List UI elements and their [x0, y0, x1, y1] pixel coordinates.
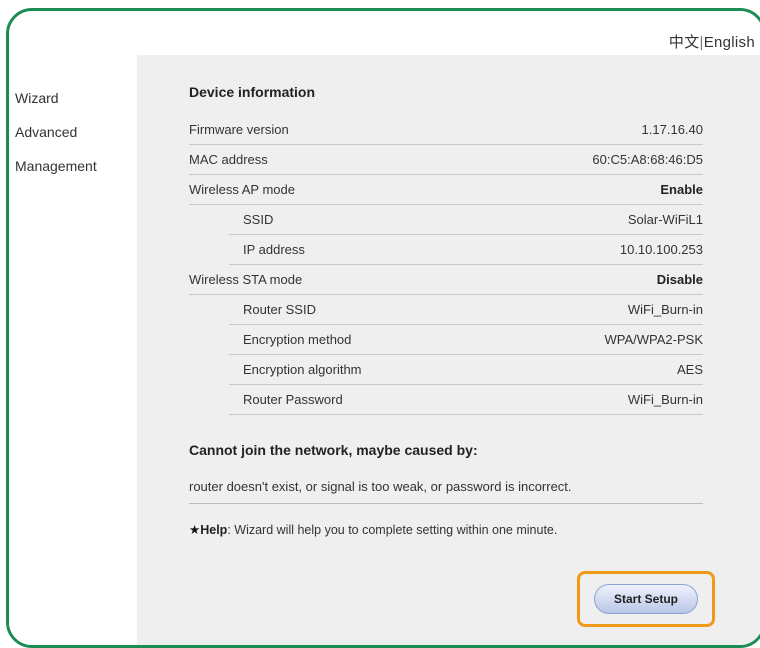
table-row: Wireless STA mode Disable [189, 265, 703, 295]
table-row: MAC address 60:C5:A8:68:46:D5 [189, 145, 703, 175]
help-colon: : [227, 523, 231, 537]
lang-english-link[interactable]: English [704, 34, 755, 51]
row-value: Solar-WiFiL1 [627, 212, 703, 227]
row-value: Enable [660, 182, 703, 197]
connection-warning-title: Cannot join the network, maybe caused by… [189, 442, 478, 458]
wizard-content: Device information Firmware version 1.17… [189, 83, 703, 540]
row-label: Encryption algorithm [243, 362, 362, 377]
language-switcher: 中文|English [669, 31, 755, 52]
table-row: Firmware version 1.17.16.40 [189, 115, 703, 145]
device-info-table: Firmware version 1.17.16.40 MAC address … [189, 115, 703, 415]
table-row: Encryption algorithm AES [229, 355, 703, 385]
row-value: 1.17.16.40 [641, 122, 703, 137]
star-icon: ★ [189, 523, 201, 537]
row-label: Router SSID [243, 302, 316, 317]
sidebar-item-advanced[interactable]: Advanced [9, 115, 137, 149]
row-label: Firmware version [189, 122, 289, 137]
start-setup-button[interactable]: Start Setup [594, 584, 698, 614]
table-row: Wireless AP mode Enable [189, 175, 703, 205]
row-value: 60:C5:A8:68:46:D5 [592, 152, 703, 167]
device-info-title: Device information [189, 84, 316, 100]
start-setup-highlight: Start Setup [577, 571, 715, 627]
row-value: WiFi_Burn-in [627, 302, 703, 317]
row-label: IP address [243, 242, 305, 257]
row-value: WPA/WPA2-PSK [604, 332, 703, 347]
table-row: SSID Solar-WiFiL1 [229, 205, 703, 235]
row-value: WiFi_Burn-in [627, 392, 703, 407]
connection-warning-text: router doesn't exist, or signal is too w… [189, 475, 703, 504]
row-label: SSID [243, 212, 274, 227]
row-label: Encryption method [243, 332, 352, 347]
sidebar-item-management[interactable]: Management [9, 149, 137, 183]
sidebar-item-wizard[interactable]: Wizard [9, 81, 137, 115]
help-label: Help [200, 523, 228, 537]
table-row: Router Password WiFi_Burn-in [229, 385, 703, 415]
main-panel: Device information Firmware version 1.17… [137, 55, 760, 645]
help-note: ★Help: Wizard will help you to complete … [189, 520, 703, 540]
sidebar: Wizard Advanced Management [9, 81, 137, 645]
row-value: 10.10.100.253 [619, 242, 703, 257]
app-frame: 中文|English Wizard Advanced Management De… [6, 8, 760, 648]
row-value: AES [676, 362, 703, 377]
row-label: Wireless STA mode [189, 272, 303, 287]
lang-chinese-link[interactable]: 中文 [669, 34, 700, 51]
row-value: Disable [656, 272, 703, 287]
table-row: Router SSID WiFi_Burn-in [229, 295, 703, 325]
help-text: Wizard will help you to complete setting… [234, 523, 558, 537]
table-row: IP address 10.10.100.253 [229, 235, 703, 265]
row-label: Router Password [243, 392, 343, 407]
row-label: Wireless AP mode [189, 182, 295, 197]
table-row: Encryption method WPA/WPA2-PSK [229, 325, 703, 355]
row-label: MAC address [189, 152, 268, 167]
